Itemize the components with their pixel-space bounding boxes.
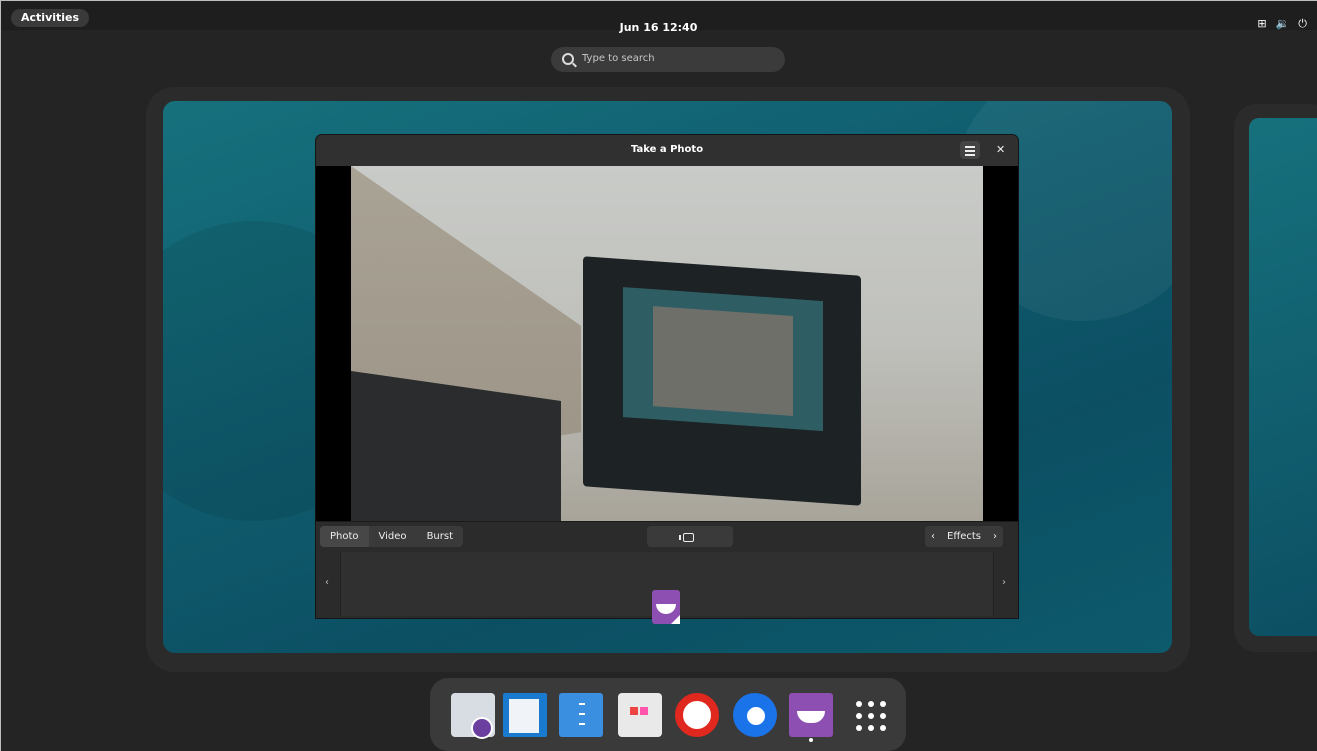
thumbs-prev-button[interactable]: ‹ <box>325 577 329 588</box>
evolution-icon[interactable] <box>451 693 495 739</box>
workspace-thumbnail-next[interactable] <box>1249 118 1317 636</box>
top-bar: Activities Jun 16 12:40 ⊞ 🔉 ⏻ <box>0 0 1317 34</box>
mode-video-button[interactable]: Video <box>369 526 417 547</box>
grid-dot <box>856 713 862 719</box>
cheese-window[interactable]: Take a Photo ✕ Photo Video Burst ‹ Effec… <box>316 135 1018 618</box>
help-icon[interactable] <box>675 693 719 737</box>
preview-monitor <box>583 256 861 506</box>
effects-prev-button[interactable]: ‹ <box>925 526 941 547</box>
camera-controls: Photo Video Burst ‹ Effects › <box>316 521 1018 551</box>
camera-viewfinder <box>316 166 1018 521</box>
grid-dot <box>856 725 862 731</box>
search-input[interactable]: Type to search <box>551 47 785 72</box>
power-icon[interactable]: ⏻ <box>1298 17 1307 31</box>
mode-photo-button[interactable]: Photo <box>320 526 369 547</box>
cheese-app-icon <box>652 590 680 624</box>
preview-monitor-window <box>653 306 793 416</box>
dock <box>430 678 906 751</box>
window-title: Take a Photo <box>630 144 704 155</box>
chromium-icon[interactable] <box>733 693 777 737</box>
clock[interactable]: Jun 16 12:40 <box>0 21 1317 34</box>
app-grid-icon[interactable] <box>846 693 890 737</box>
mode-switcher: Photo Video Burst <box>320 526 464 547</box>
close-button[interactable]: ✕ <box>996 143 1005 156</box>
hamburger-icon <box>965 154 975 156</box>
effects-group: ‹ Effects › <box>925 526 1003 547</box>
search-icon <box>562 53 574 65</box>
system-tray[interactable]: ⊞ 🔉 ⏻ <box>1257 17 1307 31</box>
grid-dot <box>880 725 886 731</box>
hamburger-icon <box>965 150 975 152</box>
effects-next-button[interactable]: › <box>987 526 1003 547</box>
menu-button[interactable] <box>960 141 980 159</box>
window-titlebar[interactable]: Take a Photo ✕ <box>316 135 1018 167</box>
grid-dot <box>868 713 874 719</box>
cheese-icon[interactable] <box>789 693 833 737</box>
effects-button[interactable]: Effects <box>941 526 987 547</box>
network-icon[interactable]: ⊞ <box>1257 17 1266 31</box>
camera-icon <box>679 533 694 542</box>
search-placeholder: Type to search <box>582 53 655 64</box>
grid-dot <box>868 701 874 707</box>
running-indicator <box>809 738 813 742</box>
mode-burst-button[interactable]: Burst <box>417 526 463 547</box>
camera-preview <box>351 166 983 521</box>
grid-dot <box>856 701 862 707</box>
grid-dot <box>868 725 874 731</box>
grid-dot <box>880 713 886 719</box>
volume-icon[interactable]: 🔉 <box>1276 17 1290 31</box>
thumbs-next-button[interactable]: › <box>1002 577 1006 588</box>
software-center-icon[interactable] <box>618 693 662 737</box>
grid-dot <box>880 701 886 707</box>
hamburger-icon <box>965 146 975 148</box>
files-icon[interactable] <box>559 693 603 737</box>
libreoffice-writer-icon[interactable] <box>503 693 547 737</box>
take-photo-button[interactable] <box>647 526 733 547</box>
